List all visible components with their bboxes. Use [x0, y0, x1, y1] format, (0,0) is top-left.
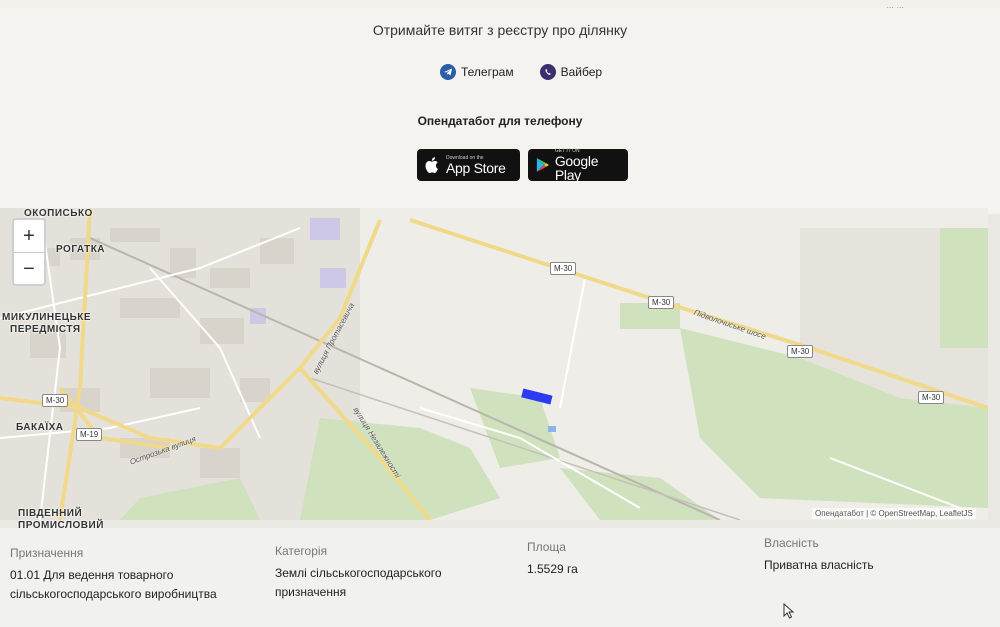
- shield-m30-5: М-30: [42, 394, 69, 407]
- shield-m30-3: М-30: [787, 345, 814, 358]
- ownership-label: Власність: [764, 536, 819, 550]
- telegram-icon: [440, 64, 456, 80]
- cadastral-map[interactable]: ОКОПИСЬКО РОГАТКА МИКУЛИНЕЦЬКЕ ПЕРЕДМІСТ…: [0, 208, 988, 520]
- area-value: 1.5529 га: [527, 562, 578, 576]
- viber-label: Вайбер: [560, 65, 603, 79]
- attribution-sep: | ©: [863, 509, 879, 518]
- mouse-cursor-icon: [783, 603, 795, 619]
- apple-icon: [425, 157, 438, 173]
- place-bakaikha: БАКАЇХА: [16, 422, 64, 433]
- attribution-osm[interactable]: OpenStreetMap: [879, 509, 935, 518]
- extract-promo: Отримайте витяг з реєстру про ділянку Те…: [0, 8, 1000, 214]
- place-mykulyntsi-1: МИКУЛИНЕЦЬКЕ: [2, 312, 92, 323]
- purpose-value-2: сільськогосподарського виробництва: [10, 587, 217, 601]
- place-rogatka: РОГАТКА: [56, 244, 106, 255]
- shield-m30-4: М-30: [918, 391, 945, 404]
- telegram-link[interactable]: Телеграм: [440, 64, 514, 80]
- google-play-icon: [536, 158, 549, 172]
- viber-link[interactable]: Вайбер: [539, 64, 603, 80]
- google-play-button[interactable]: GET IT ON Google Play: [528, 148, 628, 183]
- app-store-label: App Store: [446, 159, 506, 176]
- category-value-2: призначення: [275, 585, 347, 599]
- area-column: Площа 1.5529 га: [527, 540, 578, 579]
- viber-icon: [539, 64, 556, 80]
- purpose-column: Призначення 01.01 Для ведення товарного …: [10, 546, 217, 604]
- shield-m30-1: М-30: [550, 262, 577, 275]
- place-mykulyntsi-2: ПЕРЕДМІСТЯ: [10, 324, 81, 335]
- attribution-leaflet[interactable]: LeafletJS: [939, 509, 972, 518]
- attribution-opendatabot[interactable]: Опендатабот: [815, 509, 864, 518]
- category-label: Категорія: [275, 544, 328, 558]
- zoom-out-button[interactable]: −: [14, 253, 44, 285]
- category-column: Категорія Землі сільськогосподарського п…: [275, 544, 442, 602]
- purpose-value-1: 01.01 Для ведення товарного: [10, 568, 174, 582]
- app-store-button[interactable]: Download on the App Store: [417, 149, 520, 181]
- ownership-value: Приватна власність: [764, 558, 874, 572]
- map-attribution: Опендатабот | © OpenStreetMap, LeafletJS: [812, 508, 976, 519]
- water-body: [548, 426, 556, 432]
- map-tiles: [0, 208, 988, 520]
- area-label: Площа: [527, 540, 566, 554]
- purpose-label: Призначення: [10, 546, 84, 560]
- telegram-label: Телеграм: [461, 65, 514, 79]
- place-pivdennyi-1: ПІВДЕННИЙ: [18, 508, 83, 519]
- zoom-in-button[interactable]: +: [14, 220, 44, 253]
- messenger-links: Телеграм Вайбер: [440, 64, 602, 80]
- google-play-label: Google Play: [554, 152, 599, 183]
- store-buttons: Download on the App Store GET IT ON Goog…: [417, 148, 628, 183]
- shield-m30-2: М-30: [648, 296, 675, 309]
- zoom-control: + −: [12, 218, 46, 286]
- shield-m19: М-19: [76, 428, 103, 441]
- parcel-details: Призначення 01.01 Для ведення товарного …: [0, 528, 1000, 627]
- promo-title: Отримайте витяг з реєстру про ділянку: [372, 22, 628, 38]
- ownership-column: Власність Приватна власність: [764, 536, 874, 575]
- apps-title: Опендатабот для телефону: [417, 114, 583, 128]
- category-value-1: Землі сільськогосподарського: [275, 566, 442, 580]
